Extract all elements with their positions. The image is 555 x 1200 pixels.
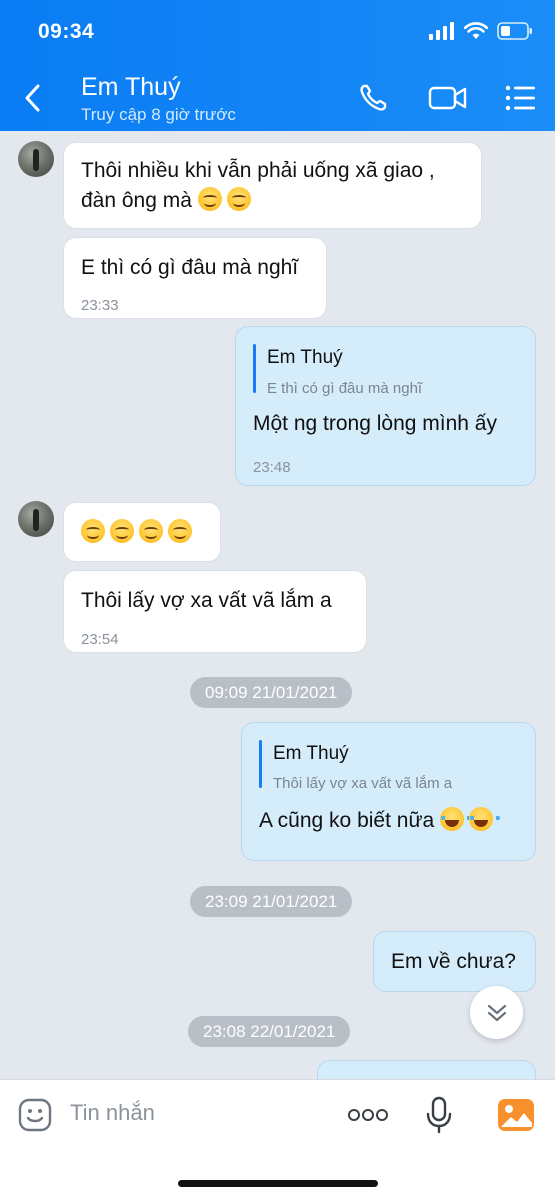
video-call-button[interactable] bbox=[428, 80, 468, 116]
voice-call-button[interactable] bbox=[355, 80, 391, 116]
message-text-line: A cũng ko biết nữa bbox=[259, 806, 501, 836]
emoji-message bbox=[81, 518, 197, 548]
message-bubble-outgoing[interactable]: Em Thuý Thôi lấy vợ xa vất vã lắm a A cũ… bbox=[241, 722, 536, 861]
last-seen-status: Truy cập 8 giờ trước bbox=[81, 105, 236, 124]
contact-avatar[interactable] bbox=[18, 141, 54, 177]
more-options-button[interactable] bbox=[346, 1096, 390, 1134]
back-button[interactable] bbox=[20, 82, 46, 114]
smiling-face-emoji bbox=[197, 187, 222, 211]
contact-name[interactable]: Em Thuý bbox=[81, 73, 181, 102]
scroll-to-bottom-button[interactable] bbox=[470, 986, 523, 1039]
more-dots-icon bbox=[348, 1109, 388, 1121]
message-bubble-outgoing[interactable]: Em Thuý E thì có gì đâu mà nghĩ Một ng t… bbox=[235, 326, 536, 486]
message-bubble-outgoing[interactable]: Em về chưa? bbox=[373, 931, 536, 992]
status-icons bbox=[429, 22, 533, 40]
message-text-part: đàn ông mà bbox=[81, 189, 192, 212]
message-text: E thì có gì đâu mà nghĩ bbox=[81, 256, 299, 279]
message-input[interactable]: Tin nhắn bbox=[70, 1100, 155, 1126]
menu-button[interactable] bbox=[503, 80, 539, 116]
message-list[interactable]: Thôi nhiều khi vẫn phải uống xã giao , đ… bbox=[0, 131, 555, 1079]
sticker-button[interactable] bbox=[16, 1096, 54, 1134]
reply-quote-bar bbox=[253, 344, 256, 393]
date-separator: 23:09 21/01/2021 bbox=[190, 886, 353, 917]
message-bubble-incoming[interactable]: E thì có gì đâu mà nghĩ 23:33 bbox=[63, 237, 327, 319]
tears-of-joy-emoji bbox=[469, 807, 501, 831]
message-time: 23:48 bbox=[253, 459, 291, 476]
message-time: 23:33 bbox=[81, 297, 119, 314]
menu-icon bbox=[505, 85, 535, 111]
message-bubble-incoming[interactable]: Thôi lấy vợ xa vất vã lắm a 23:54 bbox=[63, 570, 367, 653]
voice-message-button[interactable] bbox=[420, 1096, 458, 1134]
reply-quote-text: E thì có gì đâu mà nghĩ bbox=[267, 380, 423, 397]
video-call-icon bbox=[428, 86, 467, 110]
home-indicator bbox=[178, 1180, 378, 1187]
wifi-icon bbox=[464, 22, 488, 39]
status-time: 09:34 bbox=[38, 20, 95, 43]
phone-icon bbox=[360, 84, 387, 111]
message-bubble-outgoing-partial[interactable] bbox=[317, 1060, 536, 1079]
message-text: Một ng trong lòng mình ấy bbox=[253, 412, 497, 435]
tears-of-joy-emoji bbox=[440, 807, 472, 831]
signal-icon bbox=[429, 22, 454, 40]
sticker-icon bbox=[18, 1098, 52, 1132]
reply-quote-author: Em Thuý bbox=[267, 347, 343, 368]
back-icon bbox=[25, 84, 40, 112]
contact-avatar[interactable] bbox=[18, 501, 54, 537]
reply-quote-bar bbox=[259, 740, 262, 788]
chevron-double-down-icon bbox=[487, 1004, 506, 1021]
image-picker-button[interactable] bbox=[497, 1096, 535, 1134]
message-time: 23:54 bbox=[81, 631, 119, 648]
reply-quote-text: Thôi lấy vợ xa vất vã lắm a bbox=[273, 775, 453, 792]
smiling-face-emoji bbox=[139, 519, 163, 543]
reply-quote-author: Em Thuý bbox=[273, 743, 349, 764]
smiling-face-emoji bbox=[81, 519, 105, 543]
message-text: Thôi nhiều khi vẫn phải uống xã giao , bbox=[81, 159, 435, 182]
chat-header: 09:34 Em Thuý Truy cập 8 giờ trước bbox=[0, 0, 555, 131]
smiling-face-emoji bbox=[226, 187, 251, 211]
battery-icon bbox=[497, 22, 532, 40]
message-bubble-incoming[interactable]: Thôi nhiều khi vẫn phải uống xã giao , đ… bbox=[63, 142, 482, 229]
message-text-line2: đàn ông mà bbox=[81, 186, 256, 216]
smiling-face-emoji bbox=[168, 519, 192, 543]
date-separator: 09:09 21/01/2021 bbox=[190, 677, 353, 708]
date-separator: 23:08 22/01/2021 bbox=[188, 1016, 351, 1047]
message-text: A cũng ko biết nữa bbox=[259, 809, 435, 832]
image-gallery-icon bbox=[498, 1099, 534, 1131]
smiling-face-emoji bbox=[110, 519, 134, 543]
microphone-icon bbox=[426, 1096, 452, 1134]
message-bubble-incoming[interactable] bbox=[63, 502, 221, 562]
message-text: Em về chưa? bbox=[391, 950, 516, 973]
message-text: Thôi lấy vợ xa vất vã lắm a bbox=[81, 589, 332, 612]
